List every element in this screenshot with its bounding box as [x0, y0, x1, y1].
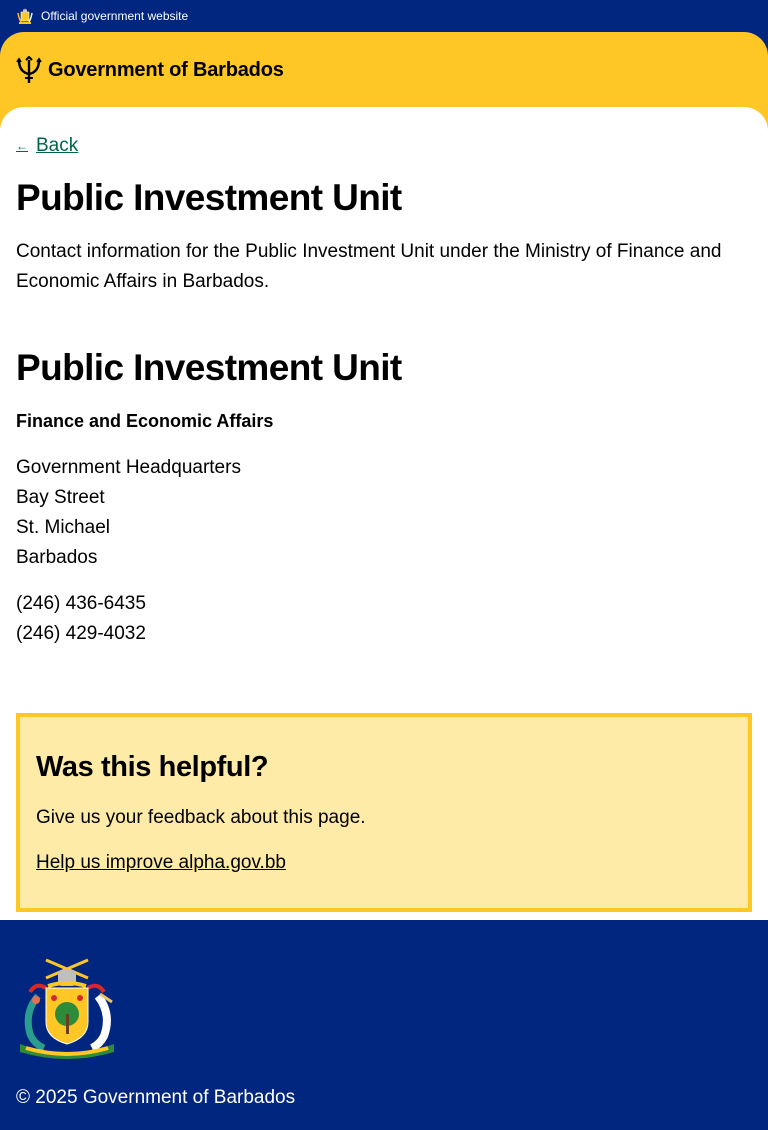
back-link[interactable]: ← Back — [16, 135, 78, 157]
footer-copyright: © 2025 Government of Barbados — [16, 1087, 296, 1108]
feedback-link[interactable]: Help us improve alpha.gov.bb — [36, 852, 286, 874]
contact-phones: (246) 436-6435 (246) 429-4032 — [16, 589, 146, 649]
coat-of-arms-icon — [17, 8, 33, 24]
official-banner: Official government website — [0, 0, 768, 32]
address-line: St. Michael — [16, 517, 110, 538]
address-line: Bay Street — [16, 487, 105, 508]
contact-address: Government Headquarters Bay Street St. M… — [16, 453, 241, 573]
back-link-label: Back — [36, 135, 79, 156]
arrow-left-icon: ← — [16, 139, 28, 153]
brand-link[interactable]: Government of Barbados — [16, 56, 284, 84]
address-line: Barbados — [16, 547, 98, 568]
feedback-text: Give us your feedback about this page. — [36, 807, 366, 828]
contact-heading: Public Investment Unit — [16, 347, 402, 388]
feedback-title: Was this helpful? — [36, 751, 269, 783]
ministry-name: Finance and Economic Affairs — [16, 411, 274, 431]
brand-title: Government of Barbados — [48, 58, 284, 81]
address-line: Government Headquarters — [16, 457, 241, 478]
coat-of-arms-icon — [20, 958, 114, 1059]
official-banner-text: Official government website — [41, 9, 189, 23]
feedback-box: Was this helpful? Give us your feedback … — [16, 713, 752, 912]
trident-icon — [16, 56, 42, 83]
phone-number: (246) 429-4032 — [16, 623, 146, 644]
phone-number: (246) 436-6435 — [16, 593, 146, 614]
page-lede: Contact information for the Public Inves… — [16, 241, 722, 292]
page-title: Public Investment Unit — [16, 177, 402, 218]
site-footer: © 2025 Government of Barbados — [0, 920, 768, 1130]
main-content: ← Back Public Investment Unit Contact in… — [0, 107, 768, 920]
